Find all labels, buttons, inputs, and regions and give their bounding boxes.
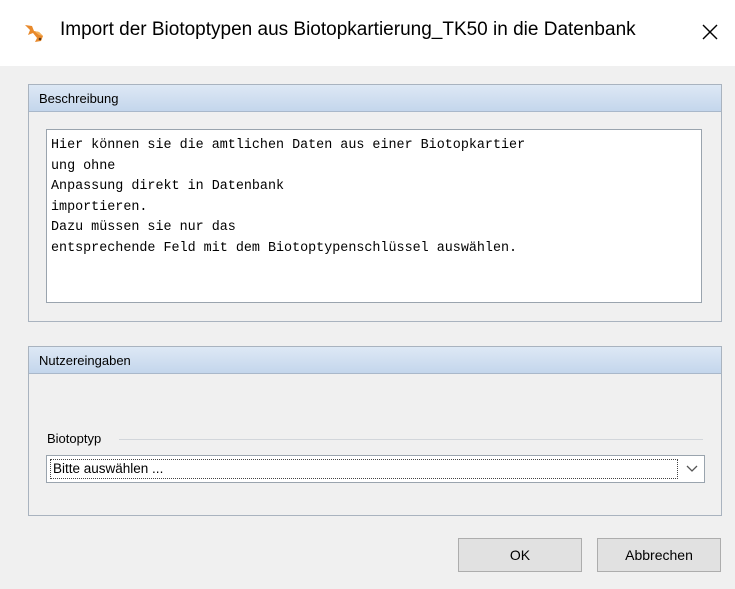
description-text: Hier können sie die amtlichen Daten aus … bbox=[46, 129, 702, 303]
import-dialog: Import der Biotoptypen aus Biotopkartier… bbox=[0, 0, 735, 589]
fox-icon bbox=[25, 25, 43, 42]
select-dropdown-button[interactable] bbox=[680, 456, 704, 482]
cancel-button[interactable]: Abbrechen bbox=[597, 538, 721, 572]
title-bar: Import der Biotoptypen aus Biotopkartier… bbox=[0, 0, 735, 66]
close-button[interactable] bbox=[693, 14, 727, 50]
input-panel-header: Nutzereingaben bbox=[29, 347, 721, 374]
ok-button[interactable]: OK bbox=[458, 538, 582, 572]
biotoptyp-select-value: Bitte auswählen ... bbox=[50, 459, 678, 479]
close-icon bbox=[702, 24, 718, 40]
chevron-down-icon bbox=[686, 465, 698, 472]
field-separator bbox=[119, 439, 703, 440]
description-panel-header: Beschreibung bbox=[29, 85, 721, 112]
input-panel: Nutzereingaben Biotoptyp Bitte auswählen… bbox=[28, 346, 722, 516]
biotoptyp-label: Biotoptyp bbox=[47, 431, 102, 446]
window-title: Import der Biotoptypen aus Biotopkartier… bbox=[60, 19, 636, 40]
description-panel: Beschreibung Hier können sie die amtlich… bbox=[28, 84, 722, 322]
biotoptyp-select[interactable]: Bitte auswählen ... bbox=[46, 455, 705, 483]
